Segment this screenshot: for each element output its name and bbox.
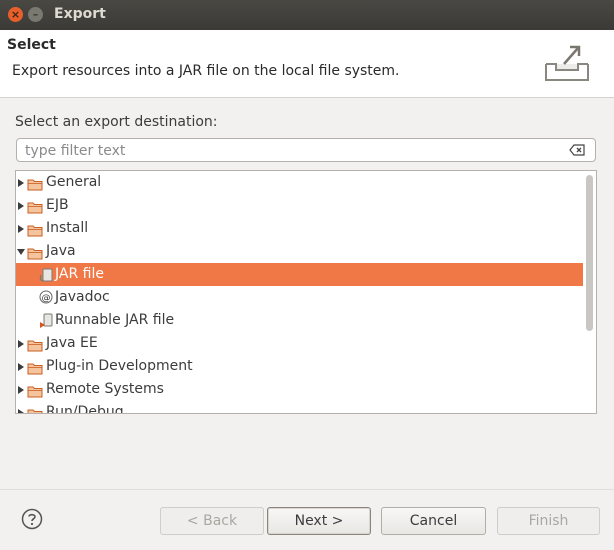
destination-label: Select an export destination: bbox=[15, 114, 218, 130]
tree-item-java-ee[interactable]: Java EE bbox=[16, 332, 583, 355]
javadoc-icon: @ bbox=[38, 289, 54, 306]
collapsed-arrow-icon[interactable] bbox=[18, 225, 24, 233]
tree-item-label: JAR file bbox=[55, 266, 104, 282]
folder-icon bbox=[27, 222, 44, 237]
page-description: Export resources into a JAR file on the … bbox=[12, 63, 400, 79]
svg-text:@: @ bbox=[42, 294, 51, 304]
collapsed-arrow-icon[interactable] bbox=[18, 179, 24, 187]
collapsed-arrow-icon[interactable] bbox=[18, 340, 24, 348]
tree-item-label: Java EE bbox=[46, 335, 98, 351]
page-title: Select bbox=[7, 37, 56, 53]
folder-icon bbox=[27, 176, 44, 191]
tree-item-install[interactable]: Install bbox=[16, 217, 583, 240]
tree-item-java[interactable]: Java bbox=[16, 240, 583, 263]
collapsed-arrow-icon[interactable] bbox=[18, 363, 24, 371]
tree-item-general[interactable]: General bbox=[16, 171, 583, 194]
folder-icon bbox=[27, 383, 44, 398]
tree-item-label: Run/Debug bbox=[46, 404, 124, 414]
clear-filter-icon[interactable] bbox=[569, 144, 585, 156]
window-title: Export bbox=[54, 6, 106, 22]
folder-icon bbox=[27, 337, 44, 352]
export-wizard-icon bbox=[545, 45, 589, 81]
folder-icon bbox=[27, 199, 44, 214]
collapsed-arrow-icon[interactable] bbox=[18, 409, 24, 413]
divider bbox=[0, 489, 614, 490]
collapsed-arrow-icon[interactable] bbox=[18, 386, 24, 394]
close-window-button[interactable]: × bbox=[8, 7, 23, 22]
expanded-arrow-icon[interactable] bbox=[17, 249, 25, 255]
tree-item-label: Runnable JAR file bbox=[55, 312, 175, 328]
tree-item-ejb[interactable]: EJB bbox=[16, 194, 583, 217]
folder-icon bbox=[27, 360, 44, 375]
tree-item-label: Plug-in Development bbox=[46, 358, 193, 374]
filter-field[interactable] bbox=[16, 138, 596, 162]
export-destination-tree[interactable]: General EJB Install Java JAR file @ Javadoc Run… bbox=[15, 170, 597, 414]
tree-item-label: EJB bbox=[46, 197, 69, 213]
folder-icon bbox=[27, 245, 44, 260]
tree-item-label: Javadoc bbox=[55, 289, 110, 305]
scroll-thumb[interactable] bbox=[586, 175, 593, 331]
filter-input[interactable] bbox=[23, 141, 557, 161]
help-icon[interactable] bbox=[21, 508, 43, 530]
tree-item-jar-file[interactable]: JAR file bbox=[16, 263, 583, 286]
tree-item-javadoc[interactable]: @ Javadoc bbox=[16, 286, 583, 309]
collapsed-arrow-icon[interactable] bbox=[18, 202, 24, 210]
jar-file-icon bbox=[38, 266, 54, 283]
wizard-header: Select Export resources into a JAR file … bbox=[0, 30, 614, 98]
cancel-button[interactable]: Cancel bbox=[381, 507, 486, 535]
tree-item-runnable-jar-file[interactable]: Runnable JAR file bbox=[16, 309, 583, 332]
finish-button[interactable]: Finish bbox=[497, 507, 600, 535]
title-bar: × – Export bbox=[0, 0, 614, 30]
tree-item-remote-systems[interactable]: Remote Systems bbox=[16, 378, 583, 401]
tree-item-run-debug[interactable]: Run/Debug bbox=[16, 401, 583, 414]
minimize-window-button[interactable]: – bbox=[28, 7, 43, 22]
runnable-jar-icon bbox=[38, 312, 54, 329]
back-button[interactable]: < Back bbox=[160, 507, 264, 535]
next-button[interactable]: Next > bbox=[267, 507, 371, 535]
tree-item-label: Remote Systems bbox=[46, 381, 164, 397]
folder-icon bbox=[27, 406, 44, 413]
tree-item-label: Java bbox=[46, 243, 76, 259]
tree-item-label: General bbox=[46, 174, 102, 190]
tree-item-label: Install bbox=[46, 220, 89, 236]
tree-item-plug-in-development[interactable]: Plug-in Development bbox=[16, 355, 583, 378]
tree-scrollbar[interactable] bbox=[586, 175, 593, 409]
